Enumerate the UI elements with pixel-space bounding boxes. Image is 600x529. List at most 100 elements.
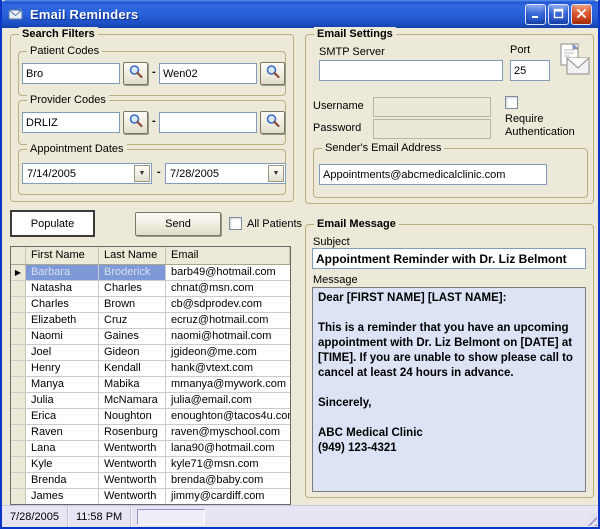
grid-cell[interactable]: Raven bbox=[26, 425, 99, 440]
grid-cell[interactable]: jimmy@cardiff.com bbox=[166, 489, 290, 504]
grid-cell[interactable]: Broderick bbox=[99, 265, 166, 280]
column-header-last-name[interactable]: Last Name bbox=[99, 247, 166, 264]
patient-code-from-search-button[interactable] bbox=[123, 62, 148, 85]
provider-code-to-input[interactable] bbox=[159, 112, 257, 133]
provider-code-from-input[interactable] bbox=[22, 112, 120, 133]
row-marker-cell[interactable] bbox=[11, 281, 26, 296]
sender-email-input[interactable] bbox=[319, 164, 547, 185]
patient-code-from-input[interactable] bbox=[22, 63, 120, 84]
chevron-down-icon[interactable]: ▼ bbox=[268, 165, 284, 182]
table-row[interactable]: BrendaWentworthbrenda@baby.com bbox=[11, 473, 290, 489]
grid-cell[interactable]: Wentworth bbox=[99, 441, 166, 456]
row-marker-cell[interactable] bbox=[11, 409, 26, 424]
row-marker-cell[interactable] bbox=[11, 361, 26, 376]
grid-cell[interactable]: ecruz@hotmail.com bbox=[166, 313, 290, 328]
title-bar[interactable]: Email Reminders bbox=[0, 0, 600, 28]
grid-cell[interactable]: Wentworth bbox=[99, 473, 166, 488]
table-row[interactable]: RavenRosenburgraven@myschool.com bbox=[11, 425, 290, 441]
grid-cell[interactable]: Erica bbox=[26, 409, 99, 424]
grid-cell[interactable]: Natasha bbox=[26, 281, 99, 296]
grid-cell[interactable]: Kendall bbox=[99, 361, 166, 376]
table-row[interactable]: CharlesBrowncb@sdprodev.com bbox=[11, 297, 290, 313]
provider-code-from-search-button[interactable] bbox=[123, 111, 148, 134]
row-marker-cell[interactable] bbox=[11, 377, 26, 392]
grid-cell[interactable]: Noughton bbox=[99, 409, 166, 424]
row-marker-cell[interactable] bbox=[11, 457, 26, 472]
grid-cell[interactable]: Wentworth bbox=[99, 489, 166, 504]
grid-cell[interactable]: Elizabeth bbox=[26, 313, 99, 328]
column-header-first-name[interactable]: First Name bbox=[26, 247, 99, 264]
row-marker-cell[interactable] bbox=[11, 441, 26, 456]
message-textarea[interactable]: Dear [FIRST NAME] [LAST NAME]: This is a… bbox=[312, 287, 586, 492]
require-authentication-checkbox[interactable] bbox=[505, 96, 518, 109]
username-input[interactable] bbox=[373, 97, 491, 117]
table-row[interactable]: NaomiGainesnaomi@hotmail.com bbox=[11, 329, 290, 345]
grid-cell[interactable]: James bbox=[26, 489, 99, 504]
row-marker-cell[interactable] bbox=[11, 297, 26, 312]
table-row[interactable]: NatashaCharleschnat@msn.com bbox=[11, 281, 290, 297]
grid-cell[interactable]: Mabika bbox=[99, 377, 166, 392]
close-button[interactable] bbox=[571, 4, 592, 25]
grid-cell[interactable]: julia@email.com bbox=[166, 393, 290, 408]
patient-code-to-search-button[interactable] bbox=[260, 62, 285, 85]
grid-cell[interactable]: Barbara bbox=[26, 265, 99, 280]
grid-cell[interactable]: Lana bbox=[26, 441, 99, 456]
selected-row-marker-icon[interactable]: ▶ bbox=[11, 265, 26, 280]
table-row[interactable]: KyleWentworthkyle71@msn.com bbox=[11, 457, 290, 473]
grid-cell[interactable]: Henry bbox=[26, 361, 99, 376]
grid-cell[interactable]: Manya bbox=[26, 377, 99, 392]
grid-cell[interactable]: Gaines bbox=[99, 329, 166, 344]
row-marker-cell[interactable] bbox=[11, 329, 26, 344]
table-row[interactable]: JamesWentworthjimmy@cardiff.com bbox=[11, 489, 290, 505]
grid-cell[interactable]: Kyle bbox=[26, 457, 99, 472]
grid-cell[interactable]: Charles bbox=[99, 281, 166, 296]
port-input[interactable] bbox=[510, 60, 550, 81]
grid-cell[interactable]: barb49@hotmail.com bbox=[166, 265, 290, 280]
provider-code-to-search-button[interactable] bbox=[260, 111, 285, 134]
minimize-button[interactable] bbox=[525, 4, 546, 25]
grid-cell[interactable]: enoughton@tacos4u.com bbox=[166, 409, 290, 424]
grid-cell[interactable]: mmanya@mywork.com bbox=[166, 377, 290, 392]
table-row[interactable]: HenryKendallhank@vtext.com bbox=[11, 361, 290, 377]
row-marker-cell[interactable] bbox=[11, 473, 26, 488]
grid-cell[interactable]: brenda@baby.com bbox=[166, 473, 290, 488]
grid-cell[interactable]: Naomi bbox=[26, 329, 99, 344]
appointment-date-to-picker[interactable]: 7/28/2005 ▼ bbox=[165, 163, 286, 184]
all-patients-checkbox[interactable] bbox=[229, 217, 242, 230]
chevron-down-icon[interactable]: ▼ bbox=[134, 165, 150, 182]
patient-code-to-input[interactable] bbox=[159, 63, 257, 84]
resize-grip-icon[interactable] bbox=[583, 512, 597, 526]
grid-cell[interactable]: Brenda bbox=[26, 473, 99, 488]
grid-cell[interactable]: Wentworth bbox=[99, 457, 166, 472]
table-row[interactable]: EricaNoughtonenoughton@tacos4u.com bbox=[11, 409, 290, 425]
send-button[interactable]: Send bbox=[135, 212, 221, 236]
grid-cell[interactable]: raven@myschool.com bbox=[166, 425, 290, 440]
grid-cell[interactable]: kyle71@msn.com bbox=[166, 457, 290, 472]
row-marker-cell[interactable] bbox=[11, 489, 26, 504]
table-row[interactable]: ElizabethCruzecruz@hotmail.com bbox=[11, 313, 290, 329]
maximize-button[interactable] bbox=[548, 4, 569, 25]
column-header-email[interactable]: Email bbox=[166, 247, 290, 264]
table-row[interactable]: ManyaMabikammanya@mywork.com bbox=[11, 377, 290, 393]
grid-cell[interactable]: jgideon@me.com bbox=[166, 345, 290, 360]
smtp-server-input[interactable] bbox=[319, 60, 503, 81]
row-marker-cell[interactable] bbox=[11, 313, 26, 328]
patient-grid[interactable]: First Name Last Name Email ▶BarbaraBrode… bbox=[10, 246, 291, 505]
table-row[interactable]: JuliaMcNamarajulia@email.com bbox=[11, 393, 290, 409]
grid-cell[interactable]: Joel bbox=[26, 345, 99, 360]
grid-cell[interactable]: Charles bbox=[26, 297, 99, 312]
grid-cell[interactable]: naomi@hotmail.com bbox=[166, 329, 290, 344]
populate-button[interactable]: Populate bbox=[10, 210, 95, 237]
grid-cell[interactable]: cb@sdprodev.com bbox=[166, 297, 290, 312]
grid-cell[interactable]: hank@vtext.com bbox=[166, 361, 290, 376]
grid-cell[interactable]: Gideon bbox=[99, 345, 166, 360]
grid-cell[interactable]: lana90@hotmail.com bbox=[166, 441, 290, 456]
grid-cell[interactable]: McNamara bbox=[99, 393, 166, 408]
row-marker-cell[interactable] bbox=[11, 425, 26, 440]
table-row[interactable]: LanaWentworthlana90@hotmail.com bbox=[11, 441, 290, 457]
grid-cell[interactable]: Cruz bbox=[99, 313, 166, 328]
row-marker-cell[interactable] bbox=[11, 393, 26, 408]
table-row[interactable]: ▶BarbaraBroderickbarb49@hotmail.com bbox=[11, 265, 290, 281]
table-row[interactable]: JoelGideonjgideon@me.com bbox=[11, 345, 290, 361]
grid-cell[interactable]: Brown bbox=[99, 297, 166, 312]
